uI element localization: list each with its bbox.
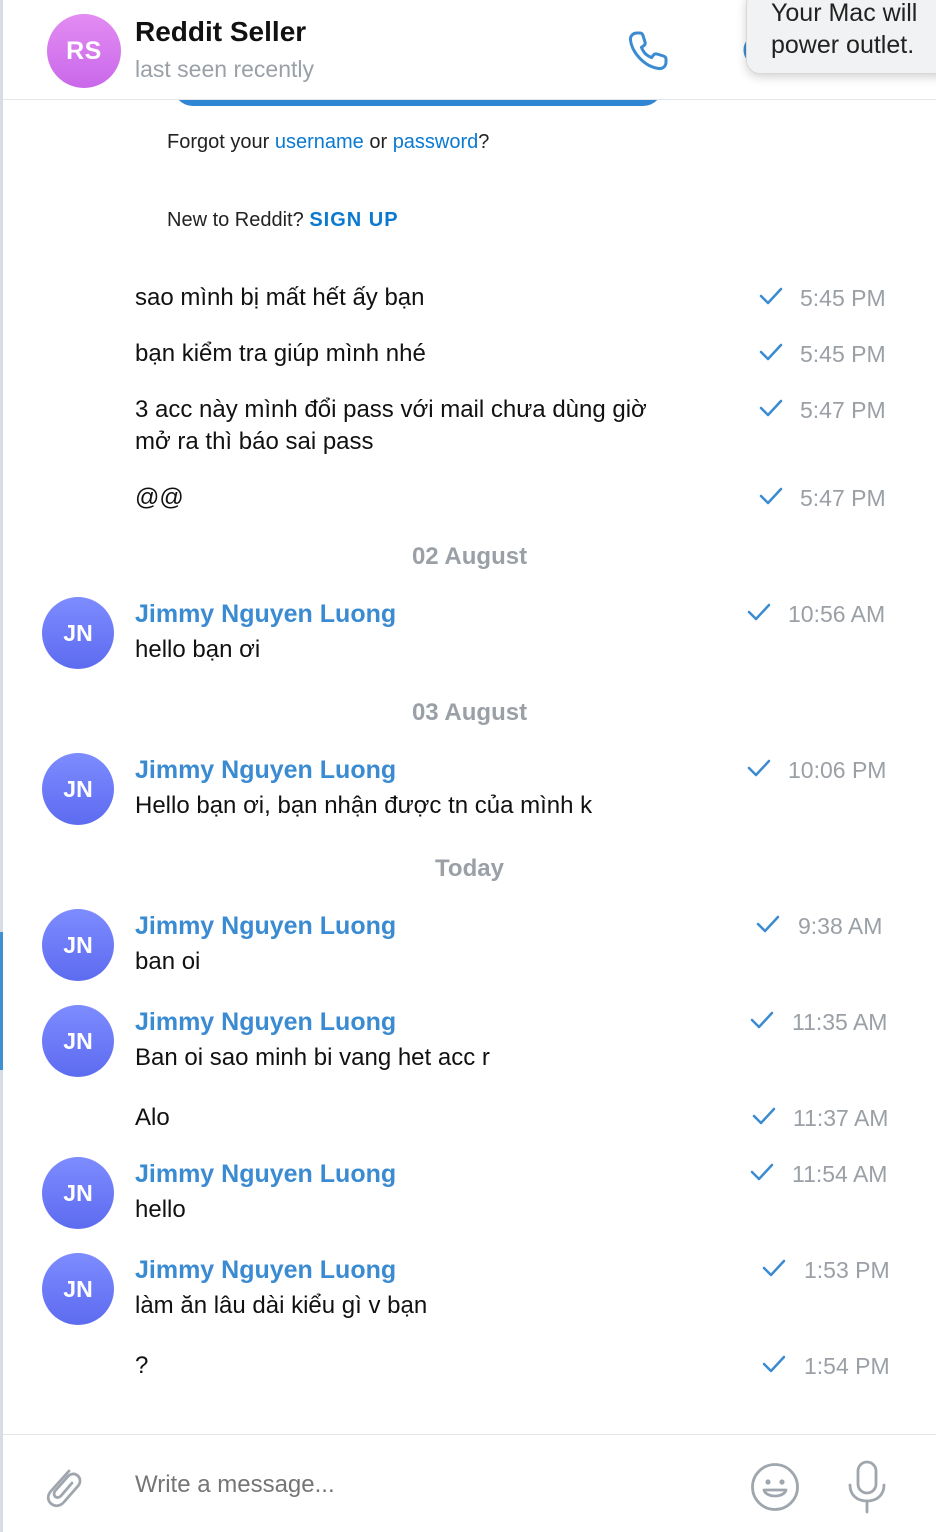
sender-name[interactable]: Jimmy Nguyen Luong (135, 756, 396, 785)
microphone-icon[interactable] (845, 1459, 889, 1515)
username-link[interactable]: username (275, 131, 364, 153)
message-time: 11:35 AM (792, 1009, 888, 1035)
message-text: Hello bạn ơi, bạn nhận được tn của mình … (135, 792, 593, 819)
read-check-icon (750, 1011, 774, 1029)
message-text-line: mở ra thì báo sai pass (135, 428, 374, 455)
sender-name[interactable]: Jimmy Nguyen Luong (135, 1008, 396, 1037)
message-composer (3, 1434, 936, 1532)
new-prefix: New to Reddit? (167, 209, 304, 231)
message-input[interactable] (135, 1471, 715, 1499)
date-separator: Today (435, 855, 504, 882)
message-time: 5:47 PM (800, 485, 886, 511)
message-time: 1:53 PM (804, 1257, 890, 1283)
forgot-suffix: ? (478, 131, 490, 153)
message-text: Ban oi sao minh bi vang het acc r (135, 1044, 490, 1071)
read-check-icon (750, 1163, 774, 1181)
reddit-login-button (173, 100, 663, 106)
avatar[interactable]: JN (42, 753, 114, 825)
avatar[interactable]: JN (42, 909, 114, 981)
read-check-icon (762, 1355, 786, 1373)
signup-link[interactable]: SIGN UP (309, 209, 398, 231)
system-notification[interactable]: Your Mac will power outlet. (746, 0, 936, 74)
message-time: 10:06 PM (788, 757, 887, 783)
message-text: bạn kiểm tra giúp mình nhé (135, 340, 426, 367)
avatar-initials: JN (63, 931, 93, 958)
message-text-line: 3 acc này mình đổi pass với mail chưa dù… (135, 396, 647, 423)
chat-title[interactable]: Reddit Seller (135, 16, 306, 48)
avatar[interactable]: JN (42, 1157, 114, 1229)
message-time: 9:38 AM (798, 913, 883, 939)
message-text: @@ (135, 484, 184, 511)
or-text: or (369, 131, 388, 153)
message-list[interactable]: Forgot your username or password? New to… (3, 100, 936, 1434)
message-time: 1:54 PM (804, 1353, 890, 1379)
read-check-icon (747, 603, 771, 621)
date-separator: 02 August (411, 543, 528, 570)
sender-name[interactable]: Jimmy Nguyen Luong (135, 912, 396, 941)
avatar[interactable]: RS (47, 14, 121, 88)
date-separator: 03 August (411, 699, 528, 726)
sender-name[interactable]: Jimmy Nguyen Luong (135, 1160, 396, 1189)
message-time: 5:45 PM (800, 341, 886, 367)
emoji-icon[interactable] (749, 1461, 801, 1513)
sender-name[interactable]: Jimmy Nguyen Luong (135, 600, 396, 629)
avatar-initials: JN (63, 1179, 93, 1206)
message-time: 5:47 PM (800, 397, 886, 423)
password-link[interactable]: password (393, 131, 479, 153)
avatar-initials: JN (63, 619, 93, 646)
avatar-initials: RS (66, 36, 102, 65)
message-text: Alo (135, 1104, 170, 1131)
message-text: sao mình bị mất hết ấy bạn (135, 284, 425, 311)
read-check-icon (759, 487, 783, 505)
read-check-icon (747, 759, 771, 777)
avatar-initials: JN (63, 775, 93, 802)
message-text: ? (135, 1352, 149, 1379)
message-text: 3 acc này mình đổi pass với mail chưa dù… (135, 394, 647, 458)
message-time: 11:54 AM (792, 1161, 888, 1187)
read-check-icon (752, 1107, 776, 1125)
read-check-icon (759, 287, 783, 305)
notification-line-1: Your Mac will (771, 0, 918, 27)
forgot-prefix: Forgot your (167, 131, 270, 153)
avatar[interactable]: JN (42, 1253, 114, 1325)
avatar[interactable]: JN (42, 1005, 114, 1077)
read-check-icon (756, 915, 780, 933)
notification-line-2: power outlet. (771, 31, 915, 59)
forgot-credentials-line: Forgot your username or password? (167, 131, 489, 154)
sender-name[interactable]: Jimmy Nguyen Luong (135, 1256, 396, 1285)
message-text: hello bạn ơi (135, 636, 261, 663)
message-text: làm ăn lâu dài kiểu gì v bạn (135, 1292, 428, 1319)
new-to-reddit-line: New to Reddit? SIGN UP (167, 209, 399, 232)
read-check-icon (762, 1259, 786, 1277)
avatar-initials: JN (63, 1275, 93, 1302)
read-check-icon (759, 399, 783, 417)
avatar[interactable]: JN (42, 597, 114, 669)
message-text: ban oi (135, 948, 201, 975)
paperclip-icon[interactable] (39, 1459, 85, 1511)
message-time: 11:37 AM (793, 1105, 889, 1131)
read-check-icon (759, 343, 783, 361)
avatar-initials: JN (63, 1027, 93, 1054)
phone-icon[interactable] (623, 26, 673, 76)
last-seen-status: last seen recently (135, 56, 314, 82)
message-time: 5:45 PM (800, 285, 886, 311)
message-time: 10:56 AM (788, 601, 886, 627)
message-text: hello (135, 1196, 186, 1223)
